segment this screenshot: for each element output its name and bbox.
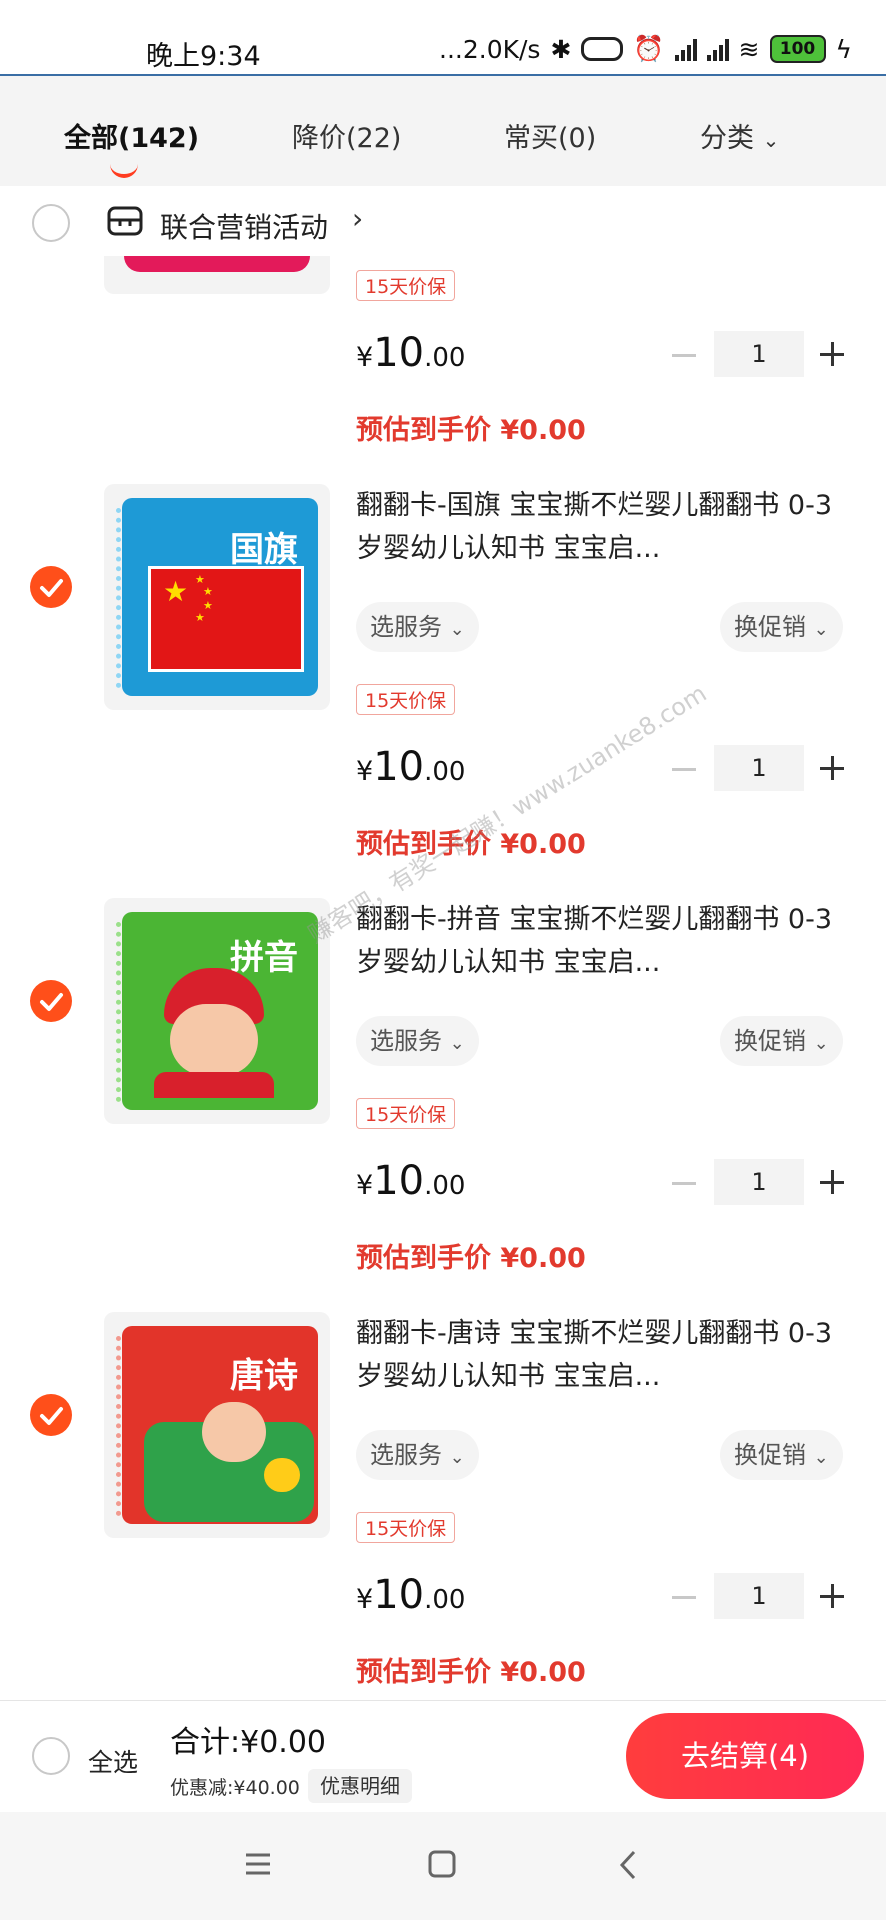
home-icon[interactable]: [428, 1850, 456, 1878]
quantity-increase-button[interactable]: [820, 341, 848, 369]
checkmark-icon: [40, 1407, 63, 1425]
store-icon: [107, 206, 143, 236]
discount-detail-button[interactable]: 优惠明细: [308, 1769, 412, 1803]
tab-all[interactable]: 全部(142): [64, 116, 199, 155]
wifi-icon: ≋: [738, 34, 760, 64]
select-service-button[interactable]: 选服务 ⌄: [356, 1430, 479, 1480]
change-promotion-button[interactable]: 换促销 ⌄: [720, 1430, 843, 1480]
charging-icon: ϟ: [835, 34, 853, 64]
product-title[interactable]: 翻翻卡-唐诗 宝宝撕不烂婴儿翻翻书 0-3岁婴幼儿认知书 宝宝启...: [356, 1312, 836, 1398]
chevron-down-icon: ⌄: [762, 128, 780, 152]
signal-icon-2: [706, 37, 729, 61]
product-image[interactable]: 唐诗: [104, 1312, 330, 1538]
item-checkbox-checked[interactable]: [30, 980, 72, 1022]
quantity-decrease-button[interactable]: [672, 1596, 696, 1599]
tab-category-label: 分类: [700, 123, 754, 154]
price-guarantee-badge: 15天价保: [356, 1512, 456, 1543]
quantity-increase-button[interactable]: [820, 755, 848, 783]
checkout-bar: 全选 合计:¥0.00 优惠减:¥40.00 优惠明细 去结算(4): [0, 1700, 886, 1813]
menu-icon[interactable]: [244, 1852, 272, 1876]
select-all-label[interactable]: 全选: [88, 1743, 138, 1779]
network-speed: ...2.0K/s: [439, 34, 541, 64]
quantity-increase-button[interactable]: [820, 1169, 848, 1197]
baby-photo: [154, 968, 274, 1098]
price-guarantee-badge: 15天价保: [356, 270, 456, 301]
product-image[interactable]: 拼音: [104, 898, 330, 1124]
status-bar: 晚上9:34 ...2.0K/s ✱ ⏰ ≋ 100 ϟ: [0, 0, 886, 77]
book-cover-title: 国旗: [230, 530, 298, 570]
quantity-decrease-button[interactable]: [672, 354, 696, 357]
chevron-down-icon: ⌄: [813, 1033, 829, 1054]
product-title[interactable]: 翻翻卡-国旗 宝宝撕不烂婴儿翻翻书 0-3岁婴幼儿认知书 宝宝启...: [356, 484, 836, 570]
price-guarantee-badge: 15天价保: [356, 684, 456, 715]
chevron-down-icon: ⌄: [449, 1033, 465, 1054]
estimated-price: 预估到手价 ¥0.00: [356, 415, 586, 446]
item-checkbox-checked[interactable]: [30, 566, 72, 608]
tab-category[interactable]: 分类 ⌄: [700, 116, 779, 155]
total-amount: 合计:¥0.00: [170, 1725, 326, 1760]
book-cover-title: 唐诗: [230, 1356, 298, 1396]
battery-icon: 100: [769, 35, 826, 63]
active-tab-indicator: [110, 160, 138, 178]
item-price: ¥10.00: [356, 1158, 466, 1204]
quantity-input[interactable]: 1: [714, 745, 804, 791]
quantity-decrease-button[interactable]: [672, 1182, 696, 1185]
estimated-price: 预估到手价 ¥0.00: [356, 1243, 586, 1274]
status-time: 晚上9:34: [146, 41, 261, 72]
chevron-down-icon: ⌄: [813, 1447, 829, 1468]
chevron-down-icon: ⌄: [449, 619, 465, 640]
quantity-input[interactable]: 1: [714, 1159, 804, 1205]
select-service-button[interactable]: 选服务 ⌄: [356, 1016, 479, 1066]
item-price: ¥10.00: [356, 744, 466, 790]
tab-frequent[interactable]: 常买(0): [504, 116, 596, 155]
quantity-decrease-button[interactable]: [672, 768, 696, 771]
alarm-icon: ⏰: [633, 34, 665, 63]
product-thumbnail-partial[interactable]: [104, 256, 330, 294]
tab-price-drop[interactable]: 降价(22): [292, 116, 401, 155]
checkmark-icon: [40, 579, 63, 597]
quantity-input[interactable]: 1: [714, 1573, 804, 1619]
chevron-right-icon: ›: [352, 202, 364, 235]
select-all-radio[interactable]: [32, 1737, 70, 1775]
product-title[interactable]: 翻翻卡-拼音 宝宝撕不烂婴儿翻翻书 0-3岁婴幼儿认知书 宝宝启...: [356, 898, 836, 984]
item-price: ¥10.00: [356, 1572, 466, 1618]
item-checkbox-checked[interactable]: [30, 1394, 72, 1436]
select-service-button[interactable]: 选服务 ⌄: [356, 602, 479, 652]
quantity-increase-button[interactable]: [820, 1583, 848, 1611]
change-promotion-button[interactable]: 换促销 ⌄: [720, 1016, 843, 1066]
chevron-down-icon: ⌄: [449, 1447, 465, 1468]
signal-icon: [674, 37, 697, 61]
bluetooth-icon: ✱: [550, 34, 572, 64]
system-nav-bar: [0, 1812, 886, 1920]
quantity-input[interactable]: 1: [714, 331, 804, 377]
cartoon-illustration: [144, 1392, 314, 1522]
checkmark-icon: [40, 993, 63, 1011]
flag-image: ★ ★ ★ ★ ★: [148, 566, 304, 672]
product-image[interactable]: 国旗 ★ ★ ★ ★ ★: [104, 484, 330, 710]
item-price: ¥10.00: [356, 330, 466, 376]
promo-label: 联合营销活动: [160, 211, 329, 244]
nfc-icon: [581, 37, 624, 61]
back-icon[interactable]: [618, 1850, 638, 1880]
promo-select-radio[interactable]: [32, 204, 70, 242]
cart-tabs: 全部(142) 降价(22) 常买(0) 分类 ⌄: [0, 76, 886, 186]
change-promotion-button[interactable]: 换促销 ⌄: [720, 602, 843, 652]
checkout-button[interactable]: 去结算(4): [626, 1713, 864, 1799]
price-guarantee-badge: 15天价保: [356, 1098, 456, 1129]
status-icons: ...2.0K/s ✱ ⏰ ≋ 100 ϟ: [439, 34, 852, 64]
promo-header[interactable]: 联合营销活动 ›: [0, 190, 886, 256]
estimated-price: 预估到手价 ¥0.00: [356, 1657, 586, 1688]
discount-amount: 优惠减:¥40.00: [170, 1777, 300, 1799]
chevron-down-icon: ⌄: [813, 619, 829, 640]
